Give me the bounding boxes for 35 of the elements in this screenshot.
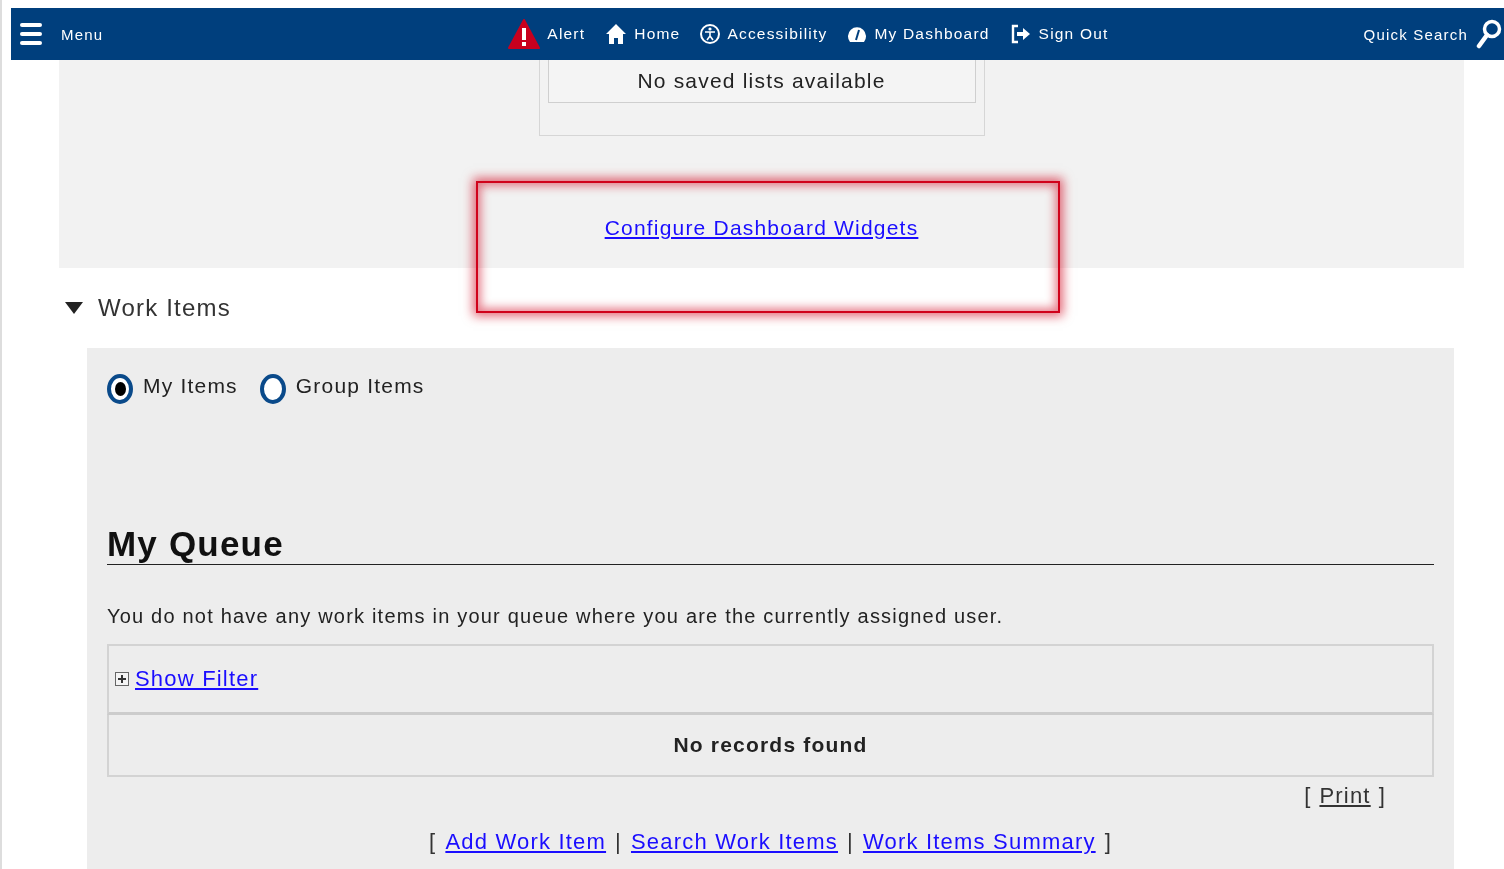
menu-button[interactable]: Menu [11,21,104,47]
nav-link[interactable]: Accessibility [700,23,828,45]
accessibility-icon [700,23,721,45]
bracket: ] [1104,829,1112,856]
section-title: Work Items [98,294,231,322]
show-filter-link[interactable]: Show Filter [135,666,259,693]
footer-link[interactable]: Work Items Summary [862,829,1096,856]
expand-plus-icon[interactable] [115,672,129,687]
print-link[interactable]: Print [1319,783,1371,810]
radio-option[interactable]: My Items [107,368,238,404]
warning-icon [508,18,541,50]
saved-lists-message: No saved lists available [547,60,976,103]
toggle-triangle-icon[interactable] [65,301,83,315]
configure-widgets-link[interactable]: Configure Dashboard Widgets [604,216,919,240]
gauge-icon [847,25,868,43]
bracket: ] [1378,783,1386,810]
nav-link[interactable]: My Dashboard [847,25,990,43]
footer-link[interactable]: Search Work Items [631,829,839,856]
footer-link[interactable]: Add Work Item [445,829,607,856]
quick-search-label: Quick Search [1363,25,1468,43]
nav-link[interactable]: Home [605,23,681,45]
nav-link[interactable]: Sign Out [1009,24,1109,44]
queue-message: You do not have any work items in your queue where you are the currently assigned user. [107,605,1005,629]
empty-records-message: No records found [107,715,1434,778]
bracket: [ [1304,783,1312,810]
home-icon [605,23,628,45]
radio-option[interactable]: Group Items [259,368,425,404]
bracket: [ [429,829,437,856]
sign-out-icon [1009,24,1032,44]
nav-link[interactable]: Alert [508,18,586,50]
menu-icon [19,21,43,47]
search-icon[interactable] [1476,19,1502,49]
queue-heading: My Queue [107,524,1434,566]
separator: | [847,829,854,856]
separator: | [615,829,622,856]
